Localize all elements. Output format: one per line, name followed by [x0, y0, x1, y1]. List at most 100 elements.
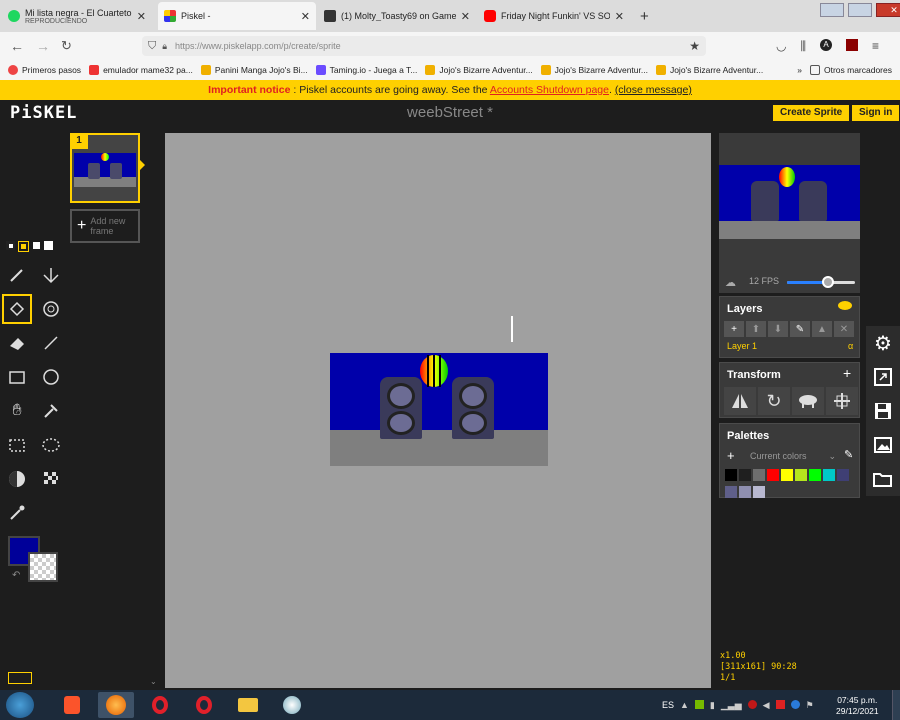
language-indicator[interactable]: ES: [662, 700, 674, 710]
security-icon[interactable]: [775, 700, 785, 709]
paint-bucket-icon[interactable]: [2, 294, 32, 324]
bookmark-item[interactable]: Primeros pasos: [8, 65, 81, 75]
tab-piskel[interactable]: Piskel - ✕: [158, 2, 316, 30]
rectangle-select-icon[interactable]: [2, 430, 32, 460]
stroke-tool-icon[interactable]: [36, 328, 66, 358]
fps-slider-knob[interactable]: [821, 276, 834, 288]
file-explorer-icon[interactable]: [230, 692, 266, 718]
edit-palette-icon[interactable]: ✎: [844, 448, 853, 461]
star-icon[interactable]: ★: [689, 39, 700, 53]
palette-swatch[interactable]: [753, 469, 765, 481]
close-icon[interactable]: ✕: [615, 10, 624, 23]
bookmark-item[interactable]: Jojo's Bizarre Adventur...: [425, 65, 533, 75]
url-bar[interactable]: ⛉ 🔒︎ https://www.piskelapp.com/p/create/…: [142, 36, 706, 56]
sprite-canvas[interactable]: [330, 353, 548, 466]
close-icon[interactable]: ✕: [301, 10, 310, 23]
mcafee-icon[interactable]: [747, 700, 757, 709]
palette-swatch[interactable]: [767, 469, 779, 481]
secondary-color-swatch[interactable]: [28, 552, 58, 582]
pen-size-3[interactable]: [32, 241, 41, 250]
minimize-icon[interactable]: [820, 3, 844, 17]
flip-icon[interactable]: [724, 387, 756, 415]
fps-slider-track[interactable]: [787, 276, 855, 288]
rectangle-tool-icon[interactable]: [2, 362, 32, 392]
extension-icon[interactable]: [846, 39, 859, 51]
reload-icon[interactable]: ↻: [61, 38, 72, 54]
add-layer-icon[interactable]: +: [724, 321, 744, 337]
edit-layer-icon[interactable]: ✎: [790, 321, 810, 337]
move-layer-up-icon[interactable]: ⬆: [746, 321, 766, 337]
palette-swatch[interactable]: [725, 469, 737, 481]
palette-swatch[interactable]: [823, 469, 835, 481]
add-palette-icon[interactable]: +: [727, 448, 735, 463]
opera-gx-icon[interactable]: [186, 692, 222, 718]
tray-arrow-icon[interactable]: ▲: [680, 700, 689, 711]
palette-swatch[interactable]: [739, 469, 751, 481]
lasso-select-icon[interactable]: [36, 430, 66, 460]
back-icon[interactable]: ←: [10, 38, 24, 54]
merge-layer-icon[interactable]: ▲: [812, 321, 832, 337]
create-sprite-button[interactable]: Create Sprite: [773, 105, 850, 121]
signal-icon[interactable]: ▁▃▅: [721, 700, 742, 711]
bookmark-item[interactable]: Jojo's Bizarre Adventur...: [540, 65, 648, 75]
pocket-icon[interactable]: ◡: [776, 39, 786, 54]
resize-icon[interactable]: [866, 360, 900, 394]
accounts-shutdown-link[interactable]: Accounts Shutdown page: [490, 84, 609, 96]
pen-tool-icon[interactable]: [2, 260, 32, 290]
layer-item[interactable]: Layer 1: [727, 341, 757, 351]
paint-icon[interactable]: [274, 692, 310, 718]
palette-swatch[interactable]: [795, 469, 807, 481]
account-icon[interactable]: A: [820, 39, 833, 51]
volume-icon[interactable]: ◀︎: [763, 700, 770, 711]
palette-swatch[interactable]: [837, 469, 849, 481]
opera-icon[interactable]: [142, 692, 178, 718]
forward-icon[interactable]: →: [36, 38, 50, 54]
open-folder-icon[interactable]: [866, 462, 900, 496]
dithering-tool-icon[interactable]: [36, 464, 66, 494]
palette-swatch[interactable]: [809, 469, 821, 481]
menu-icon[interactable]: ≡: [872, 39, 879, 54]
add-transform-icon[interactable]: +: [843, 365, 851, 381]
other-bookmarks[interactable]: Otros marcadores: [809, 65, 892, 75]
pen-size-4[interactable]: [44, 241, 53, 250]
bookmark-item[interactable]: Panini Manga Jojo's Bi...: [200, 65, 308, 75]
delete-layer-icon[interactable]: ✕: [834, 321, 854, 337]
vertical-mirror-pen-icon[interactable]: [36, 260, 66, 290]
rotate-icon[interactable]: ↻: [758, 387, 790, 415]
move-layer-down-icon[interactable]: ⬇: [768, 321, 788, 337]
palette-select[interactable]: Current colors ⌄: [744, 449, 842, 463]
close-message-link[interactable]: (close message): [615, 84, 692, 96]
network-icon[interactable]: ▮: [710, 700, 715, 711]
export-image-icon[interactable]: [866, 428, 900, 462]
color-picker-icon[interactable]: [2, 498, 32, 528]
sign-in-button[interactable]: Sign in: [852, 105, 900, 121]
circle-tool-icon[interactable]: [36, 362, 66, 392]
pen-size-2[interactable]: [18, 241, 29, 252]
layer-alpha[interactable]: α: [848, 341, 853, 351]
close-icon[interactable]: ✕: [137, 10, 146, 23]
collapse-icon[interactable]: ⌄: [150, 677, 157, 686]
eye-icon[interactable]: [838, 301, 852, 310]
brave-icon[interactable]: [54, 692, 90, 718]
show-desktop-button[interactable]: [892, 690, 900, 720]
bookmark-item[interactable]: emulador mame32 pa...: [89, 65, 193, 75]
library-icon[interactable]: ⫼: [800, 39, 806, 54]
save-icon[interactable]: [866, 394, 900, 428]
onion-skin-icon[interactable]: ☁︎: [725, 276, 736, 289]
flag-icon[interactable]: ⚑: [806, 700, 814, 711]
frame-thumbnail[interactable]: 1: [70, 133, 140, 203]
tab-game-jolt[interactable]: (1) Molty_Toasty69 on Game Jo ✕: [318, 2, 476, 30]
settings-gear-icon[interactable]: ⚙︎: [866, 326, 900, 360]
nvidia-icon[interactable]: [694, 700, 704, 709]
new-tab-button[interactable]: +: [640, 8, 649, 25]
eraser-icon[interactable]: [2, 328, 32, 358]
close-icon[interactable]: ✕: [461, 10, 470, 23]
clone-sheep-icon[interactable]: [792, 387, 824, 415]
shape-selection-icon[interactable]: [36, 396, 66, 426]
palette-swatch[interactable]: [739, 486, 751, 498]
paint-same-color-icon[interactable]: [36, 294, 66, 324]
add-frame-button[interactable]: + Add new frame: [70, 209, 140, 243]
taskbar-clock[interactable]: 07:45 p.m. 29/12/2021: [836, 695, 879, 717]
palette-swatch[interactable]: [753, 486, 765, 498]
tab-music[interactable]: Mi lista negra - El Cuarteto De NREPRODU…: [2, 2, 152, 30]
